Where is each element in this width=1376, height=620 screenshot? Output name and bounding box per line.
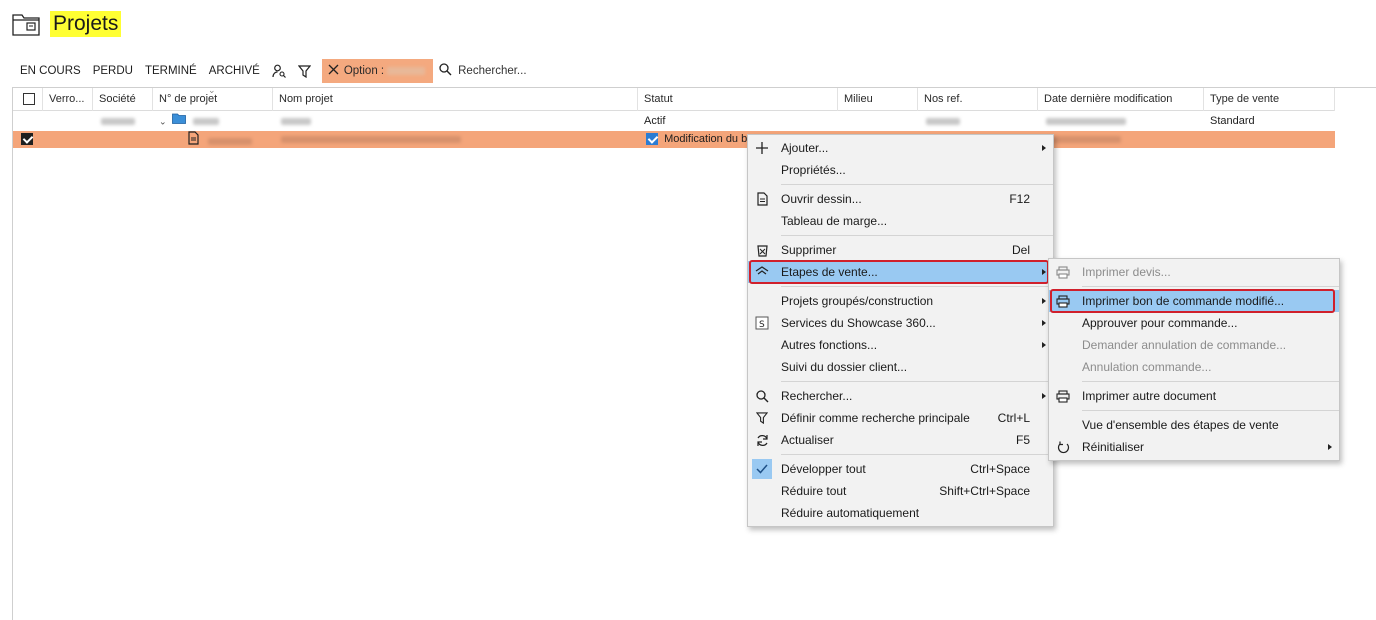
submenu-item-imprimer-devis[interactable]: Imprimer devis... xyxy=(1049,261,1339,283)
expand-chevron-icon[interactable]: ⌄ xyxy=(159,116,167,126)
projects-folder-icon xyxy=(12,12,40,36)
folder-icon xyxy=(171,113,186,130)
sales-steps-submenu: Imprimer devis... Imprimer bon de comman… xyxy=(1048,258,1340,461)
statut-checkbox-icon xyxy=(646,133,658,146)
reset-icon xyxy=(1055,439,1071,455)
plus-icon xyxy=(754,140,770,156)
printer-icon xyxy=(1055,388,1071,404)
column-date-modification[interactable]: Date dernière modification xyxy=(1038,88,1204,111)
menu-separator xyxy=(1082,410,1339,411)
delete-icon xyxy=(754,242,770,258)
close-icon[interactable] xyxy=(328,64,339,78)
table-row-selected[interactable]: Modification du b xyxy=(13,131,1335,148)
column-type-vente[interactable]: Type de vente xyxy=(1204,88,1335,111)
context-menu: Ajouter... Propriétés... Ouvrir dessin..… xyxy=(747,134,1054,527)
menu-item-rechercher[interactable]: Rechercher... xyxy=(748,385,1053,407)
check-icon xyxy=(752,459,772,479)
user-search-icon[interactable] xyxy=(266,60,292,82)
column-nos-ref[interactable]: Nos ref. xyxy=(918,88,1038,111)
toolbar: EN COURS PERDU TERMINÉ ARCHIVÉ Option : xyxy=(14,59,579,83)
submenu-item-imprimer-autre[interactable]: Imprimer autre document xyxy=(1049,385,1339,407)
menu-item-reduire-auto[interactable]: Réduire automatiquement xyxy=(748,502,1053,524)
drawing-document-icon xyxy=(187,131,201,148)
submenu-arrow-icon xyxy=(1042,393,1046,399)
row-checkbox[interactable] xyxy=(13,131,43,148)
submenu-arrow-icon xyxy=(1328,444,1332,450)
menu-item-recherche-principale[interactable]: Définir comme recherche principale Ctrl+L xyxy=(748,407,1053,429)
title-bar: Projets xyxy=(12,10,122,38)
menu-separator xyxy=(781,286,1053,287)
menu-separator xyxy=(781,381,1053,382)
menu-separator xyxy=(781,184,1053,185)
menu-item-reduire-tout[interactable]: Réduire tout Shift+Ctrl+Space xyxy=(748,480,1053,502)
open-drawing-icon xyxy=(754,191,770,207)
printer-icon xyxy=(1055,264,1071,280)
menu-separator xyxy=(1082,286,1339,287)
filter-icon[interactable] xyxy=(292,60,318,82)
column-societe[interactable]: Société xyxy=(93,88,153,111)
menu-item-suivi-dossier[interactable]: Suivi du dossier client... xyxy=(748,356,1053,378)
sort-chevron-icon: ⌄ xyxy=(208,85,216,95)
submenu-arrow-icon xyxy=(1042,298,1046,304)
menu-item-services-showcase[interactable]: S Services du Showcase 360... xyxy=(748,312,1053,334)
option-filter-chip[interactable]: Option : xyxy=(321,59,434,83)
sales-steps-icon xyxy=(754,264,770,280)
submenu-item-imprimer-bon-commande[interactable]: Imprimer bon de commande modifié... xyxy=(1049,289,1339,313)
filter-en-cours-button[interactable]: EN COURS xyxy=(14,60,87,82)
refresh-icon xyxy=(754,432,770,448)
submenu-arrow-icon xyxy=(1042,145,1046,151)
showcase-icon: S xyxy=(754,315,770,331)
menu-item-tableau-marge[interactable]: Tableau de marge... xyxy=(748,210,1053,232)
filter-perdu-button[interactable]: PERDU xyxy=(87,60,139,82)
menu-separator xyxy=(781,235,1053,236)
menu-item-etapes-vente[interactable]: Etapes de vente... xyxy=(748,260,1053,284)
column-milieu[interactable]: Milieu xyxy=(838,88,918,111)
type-vente-cell: Standard xyxy=(1210,115,1255,127)
submenu-item-demander-annulation[interactable]: Demander annulation de commande... xyxy=(1049,334,1339,356)
column-nom-projet[interactable]: Nom projet xyxy=(273,88,638,111)
option-label: Option : xyxy=(343,65,385,77)
menu-separator xyxy=(1082,381,1339,382)
menu-item-actualiser[interactable]: Actualiser F5 xyxy=(748,429,1053,451)
table-row[interactable]: ⌄ Actif Standard xyxy=(13,113,1335,130)
select-all-checkbox[interactable] xyxy=(13,88,43,111)
filter-termine-button[interactable]: TERMINÉ xyxy=(139,60,203,82)
page-title: Projets xyxy=(50,11,122,37)
option-value-redacted xyxy=(387,67,426,75)
menu-item-projets-groupes[interactable]: Projets groupés/construction xyxy=(748,290,1053,312)
filter-archive-button[interactable]: ARCHIVÉ xyxy=(203,60,266,82)
svg-text:S: S xyxy=(759,320,765,330)
menu-separator xyxy=(781,454,1053,455)
printer-icon xyxy=(1055,293,1071,309)
submenu-arrow-icon xyxy=(1042,269,1046,275)
menu-item-autres-fonctions[interactable]: Autres fonctions... xyxy=(748,334,1053,356)
grid-header: Verro... Société N° de projet Nom projet… xyxy=(13,85,1335,111)
submenu-item-approuver[interactable]: Approuver pour commande... xyxy=(1049,312,1339,334)
submenu-item-vue-ensemble[interactable]: Vue d'ensemble des étapes de vente xyxy=(1049,414,1339,436)
statut-cell: Actif xyxy=(644,115,666,127)
filter-icon xyxy=(754,410,770,426)
search-input[interactable] xyxy=(458,65,579,77)
search-box[interactable] xyxy=(439,63,579,79)
search-icon xyxy=(439,63,452,79)
column-verrou[interactable]: Verro... xyxy=(43,88,93,111)
menu-item-ajouter[interactable]: Ajouter... xyxy=(748,137,1053,159)
search-icon xyxy=(754,388,770,404)
column-statut[interactable]: Statut xyxy=(638,88,838,111)
menu-item-supprimer[interactable]: Supprimer Del xyxy=(748,239,1053,261)
submenu-item-annulation-commande[interactable]: Annulation commande... xyxy=(1049,356,1339,378)
menu-item-ouvrir-dessin[interactable]: Ouvrir dessin... F12 xyxy=(748,188,1053,210)
menu-item-developper-tout[interactable]: Développer tout Ctrl+Space xyxy=(748,458,1053,480)
submenu-arrow-icon xyxy=(1042,320,1046,326)
submenu-arrow-icon xyxy=(1042,342,1046,348)
menu-item-proprietes[interactable]: Propriétés... xyxy=(748,159,1053,181)
statut-cell: Modification du b xyxy=(664,133,748,145)
submenu-item-reinitialiser[interactable]: Réinitialiser xyxy=(1049,436,1339,458)
